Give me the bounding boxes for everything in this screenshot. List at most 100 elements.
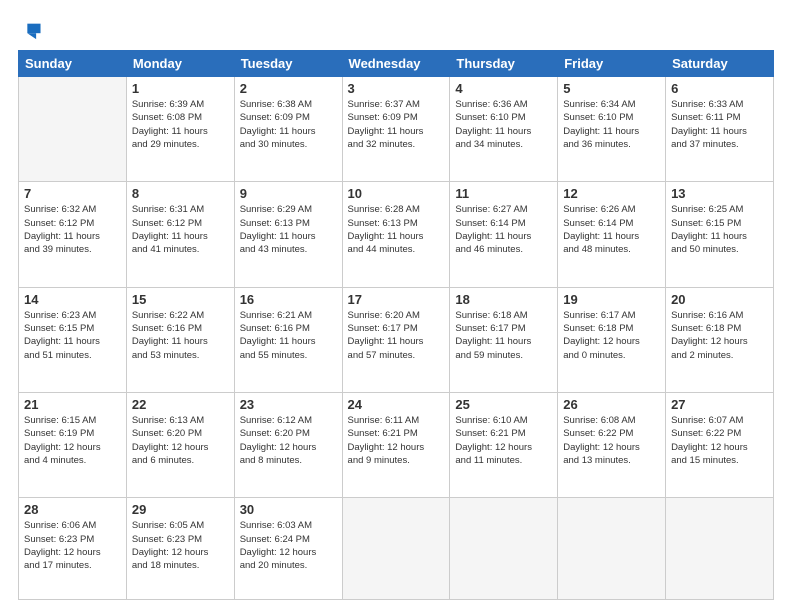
day-info: Sunrise: 6:12 AM Sunset: 6:20 PM Dayligh… — [240, 414, 337, 467]
calendar-cell — [450, 498, 558, 600]
day-info: Sunrise: 6:05 AM Sunset: 6:23 PM Dayligh… — [132, 519, 229, 572]
calendar-cell: 22 Sunrise: 6:13 AM Sunset: 6:20 PM Dayli… — [126, 392, 234, 497]
day-number: 27 — [671, 397, 768, 412]
day-info: Sunrise: 6:23 AM Sunset: 6:15 PM Dayligh… — [24, 309, 121, 362]
calendar-cell: 4Sunrise: 6:36 AM Sunset: 6:10 PM Daylig… — [450, 77, 558, 182]
calendar-cell: 25 Sunrise: 6:10 AM Sunset: 6:21 PM Dayli… — [450, 392, 558, 497]
day-header-saturday: Saturday — [666, 51, 774, 77]
calendar-cell: 27 Sunrise: 6:07 AM Sunset: 6:22 PM Dayli… — [666, 392, 774, 497]
calendar-cell: 21 Sunrise: 6:15 AM Sunset: 6:19 PM Dayli… — [19, 392, 127, 497]
calendar-cell: 24 Sunrise: 6:11 AM Sunset: 6:21 PM Dayli… — [342, 392, 450, 497]
calendar-cell: 18 Sunrise: 6:18 AM Sunset: 6:17 PM Dayli… — [450, 287, 558, 392]
header — [18, 16, 774, 42]
day-number: 21 — [24, 397, 121, 412]
day-info: Sunrise: 6:16 AM Sunset: 6:18 PM Dayligh… — [671, 309, 768, 362]
calendar-cell: 13Sunrise: 6:25 AM Sunset: 6:15 PM Dayli… — [666, 182, 774, 287]
day-number: 29 — [132, 502, 229, 517]
day-number: 12 — [563, 186, 660, 201]
day-info: Sunrise: 6:27 AM Sunset: 6:14 PM Dayligh… — [455, 203, 552, 256]
day-info: Sunrise: 6:03 AM Sunset: 6:24 PM Dayligh… — [240, 519, 337, 572]
day-number: 17 — [348, 292, 445, 307]
day-info: Sunrise: 6:15 AM Sunset: 6:19 PM Dayligh… — [24, 414, 121, 467]
calendar-cell — [19, 77, 127, 182]
day-info: Sunrise: 6:13 AM Sunset: 6:20 PM Dayligh… — [132, 414, 229, 467]
calendar-cell: 2 Sunrise: 6:38 AM Sunset: 6:09 PM Daylig… — [234, 77, 342, 182]
day-info: Sunrise: 6:26 AM Sunset: 6:14 PM Dayligh… — [563, 203, 660, 256]
day-info: Sunrise: 6:39 AM Sunset: 6:08 PM Dayligh… — [132, 98, 229, 151]
calendar-cell: 14 Sunrise: 6:23 AM Sunset: 6:15 PM Dayli… — [19, 287, 127, 392]
day-info: Sunrise: 6:38 AM Sunset: 6:09 PM Dayligh… — [240, 98, 337, 151]
page: SundayMondayTuesdayWednesdayThursdayFrid… — [0, 0, 792, 612]
day-number: 2 — [240, 81, 337, 96]
day-header-thursday: Thursday — [450, 51, 558, 77]
day-info: Sunrise: 6:32 AM Sunset: 6:12 PM Dayligh… — [24, 203, 121, 256]
day-info: Sunrise: 6:21 AM Sunset: 6:16 PM Dayligh… — [240, 309, 337, 362]
calendar-cell: 7 Sunrise: 6:32 AM Sunset: 6:12 PM Daylig… — [19, 182, 127, 287]
calendar-cell: 6 Sunrise: 6:33 AM Sunset: 6:11 PM Daylig… — [666, 77, 774, 182]
day-info: Sunrise: 6:07 AM Sunset: 6:22 PM Dayligh… — [671, 414, 768, 467]
calendar-cell: 30 Sunrise: 6:03 AM Sunset: 6:24 PM Dayli… — [234, 498, 342, 600]
calendar-cell: 12 Sunrise: 6:26 AM Sunset: 6:14 PM Dayli… — [558, 182, 666, 287]
day-info: Sunrise: 6:28 AM Sunset: 6:13 PM Dayligh… — [348, 203, 445, 256]
day-number: 5 — [563, 81, 660, 96]
day-number: 24 — [348, 397, 445, 412]
calendar-cell: 15Sunrise: 6:22 AM Sunset: 6:16 PM Dayli… — [126, 287, 234, 392]
logo — [18, 20, 42, 42]
day-number: 14 — [24, 292, 121, 307]
calendar-cell: 28 Sunrise: 6:06 AM Sunset: 6:23 PM Dayli… — [19, 498, 127, 600]
day-info: Sunrise: 6:34 AM Sunset: 6:10 PM Dayligh… — [563, 98, 660, 151]
calendar-table: SundayMondayTuesdayWednesdayThursdayFrid… — [18, 50, 774, 600]
day-number: 20 — [671, 292, 768, 307]
calendar-cell: 5 Sunrise: 6:34 AM Sunset: 6:10 PM Daylig… — [558, 77, 666, 182]
day-number: 23 — [240, 397, 337, 412]
day-number: 3 — [348, 81, 445, 96]
day-number: 22 — [132, 397, 229, 412]
day-header-sunday: Sunday — [19, 51, 127, 77]
calendar-cell: 19 Sunrise: 6:17 AM Sunset: 6:18 PM Dayli… — [558, 287, 666, 392]
calendar-cell: 26 Sunrise: 6:08 AM Sunset: 6:22 PM Dayli… — [558, 392, 666, 497]
day-info: Sunrise: 6:25 AM Sunset: 6:15 PM Dayligh… — [671, 203, 768, 256]
day-header-friday: Friday — [558, 51, 666, 77]
day-header-tuesday: Tuesday — [234, 51, 342, 77]
calendar-cell: 16 Sunrise: 6:21 AM Sunset: 6:16 PM Dayli… — [234, 287, 342, 392]
day-info: Sunrise: 6:11 AM Sunset: 6:21 PM Dayligh… — [348, 414, 445, 467]
day-header-monday: Monday — [126, 51, 234, 77]
day-info: Sunrise: 6:18 AM Sunset: 6:17 PM Dayligh… — [455, 309, 552, 362]
calendar-cell: 3 Sunrise: 6:37 AM Sunset: 6:09 PM Daylig… — [342, 77, 450, 182]
calendar-cell: 17 Sunrise: 6:20 AM Sunset: 6:17 PM Dayli… — [342, 287, 450, 392]
day-number: 19 — [563, 292, 660, 307]
day-info: Sunrise: 6:33 AM Sunset: 6:11 PM Dayligh… — [671, 98, 768, 151]
calendar-cell: 1 Sunrise: 6:39 AM Sunset: 6:08 PM Daylig… — [126, 77, 234, 182]
day-number: 10 — [348, 186, 445, 201]
day-info: Sunrise: 6:08 AM Sunset: 6:22 PM Dayligh… — [563, 414, 660, 467]
day-number: 26 — [563, 397, 660, 412]
calendar-cell: 29 Sunrise: 6:05 AM Sunset: 6:23 PM Dayli… — [126, 498, 234, 600]
calendar-cell: 10 Sunrise: 6:28 AM Sunset: 6:13 PM Dayli… — [342, 182, 450, 287]
day-info: Sunrise: 6:06 AM Sunset: 6:23 PM Dayligh… — [24, 519, 121, 572]
calendar-cell — [558, 498, 666, 600]
day-number: 25 — [455, 397, 552, 412]
day-header-wednesday: Wednesday — [342, 51, 450, 77]
day-info: Sunrise: 6:20 AM Sunset: 6:17 PM Dayligh… — [348, 309, 445, 362]
day-info: Sunrise: 6:10 AM Sunset: 6:21 PM Dayligh… — [455, 414, 552, 467]
day-number: 7 — [24, 186, 121, 201]
day-info: Sunrise: 6:36 AM Sunset: 6:10 PM Dayligh… — [455, 98, 552, 151]
day-info: Sunrise: 6:17 AM Sunset: 6:18 PM Dayligh… — [563, 309, 660, 362]
header-row: SundayMondayTuesdayWednesdayThursdayFrid… — [19, 51, 774, 77]
day-number: 30 — [240, 502, 337, 517]
calendar-cell: 9Sunrise: 6:29 AM Sunset: 6:13 PM Daylig… — [234, 182, 342, 287]
day-number: 1 — [132, 81, 229, 96]
calendar-cell: 23 Sunrise: 6:12 AM Sunset: 6:20 PM Dayli… — [234, 392, 342, 497]
logo-icon — [20, 20, 42, 42]
day-number: 16 — [240, 292, 337, 307]
day-number: 6 — [671, 81, 768, 96]
day-number: 9 — [240, 186, 337, 201]
day-number: 28 — [24, 502, 121, 517]
calendar-cell — [342, 498, 450, 600]
calendar-cell — [666, 498, 774, 600]
calendar-cell: 8Sunrise: 6:31 AM Sunset: 6:12 PM Daylig… — [126, 182, 234, 287]
day-info: Sunrise: 6:31 AM Sunset: 6:12 PM Dayligh… — [132, 203, 229, 256]
calendar-cell: 20 Sunrise: 6:16 AM Sunset: 6:18 PM Dayli… — [666, 287, 774, 392]
day-number: 18 — [455, 292, 552, 307]
day-info: Sunrise: 6:37 AM Sunset: 6:09 PM Dayligh… — [348, 98, 445, 151]
